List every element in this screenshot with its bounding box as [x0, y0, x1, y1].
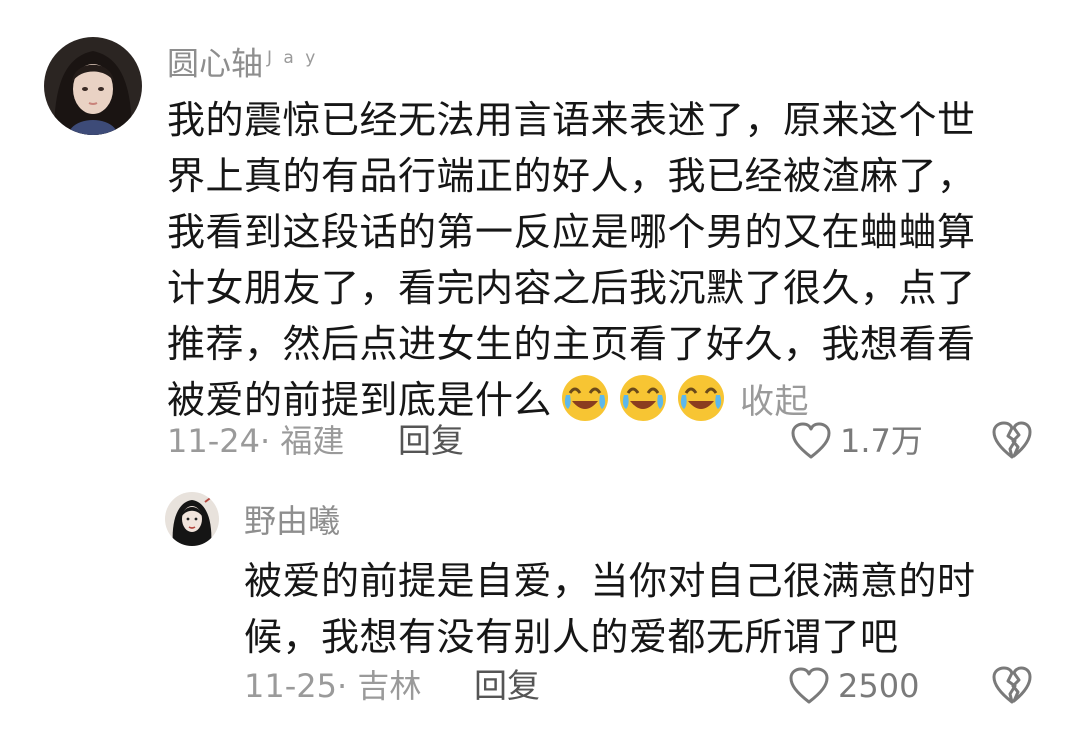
heart-outline-icon — [790, 421, 832, 461]
reply-button[interactable]: 回复 — [398, 421, 464, 461]
comment-meta: 11-24· 福建 — [167, 421, 344, 461]
broken-heart-icon — [990, 419, 1034, 461]
comment-location: 福建 — [280, 422, 345, 460]
reply-date: 11-25 — [244, 667, 337, 705]
username-text: 圆心轴 — [167, 44, 264, 83]
reply-location: 吉林 — [357, 667, 422, 705]
collapse-button[interactable]: 收起 — [740, 382, 809, 422]
comment-username[interactable]: 圆心轴 J a y — [167, 38, 318, 84]
reply-line: 候，我想有没有别人的爱都无所谓了吧 — [244, 615, 899, 659]
reply-user-avatar[interactable] — [165, 492, 219, 546]
comment-line: 我的震惊已经无法用言语来表述了，原来这个世 — [167, 98, 976, 142]
comment-line: 界上真的有品行端正的好人，我已经被渣麻了， — [167, 154, 976, 198]
like-count: 1.7万 — [840, 422, 923, 460]
comment-date: 11-24 — [167, 422, 260, 460]
reply-like-button[interactable]: 2500 — [788, 664, 919, 708]
comment-line: 推荐，然后点进女生的主页看了好久，我想看看 — [167, 322, 976, 366]
reply-dislike-button[interactable] — [990, 664, 1034, 708]
meta-separator: · — [336, 667, 358, 705]
dislike-button[interactable] — [990, 419, 1034, 463]
crying-laugh-emoji-icon — [618, 373, 668, 423]
reply-meta: 11-25· 吉林 — [244, 666, 421, 706]
comment-line: 被爱的前提到底是什么 — [167, 378, 553, 422]
user-avatar[interactable] — [44, 37, 142, 135]
meta-separator: · — [259, 422, 281, 460]
comment-line: 计女朋友了，看完内容之后我沉默了很久，点了 — [167, 266, 976, 310]
crying-laugh-emoji-icon — [560, 373, 610, 423]
username-tag: J a y — [267, 48, 319, 68]
like-button[interactable]: 1.7万 — [790, 419, 923, 463]
reply-like-count: 2500 — [838, 667, 920, 705]
comment-body: 我的震惊已经无法用言语来表述了，原来这个世 界上真的有品行端正的好人，我已经被渣… — [167, 92, 976, 428]
comment-line: 我看到这段话的第一反应是哪个男的又在蛐蛐算 — [167, 210, 976, 254]
reply-avatar-image — [165, 492, 219, 546]
avatar-image — [44, 37, 142, 135]
reply-body: 被爱的前提是自爱，当你对自己很满意的时 候，我想有没有别人的爱都无所谓了吧 — [244, 553, 976, 665]
broken-heart-icon — [990, 664, 1034, 706]
reply-line: 被爱的前提是自爱，当你对自己很满意的时 — [244, 559, 976, 603]
crying-laugh-emoji-icon — [676, 373, 726, 423]
reply-reply-button[interactable]: 回复 — [474, 666, 540, 706]
reply-username[interactable]: 野由曦 — [244, 501, 340, 541]
comment-thread: 圆心轴 J a y 我的震惊已经无法用言语来表述了，原来这个世 界上真的有品行端正… — [0, 0, 1080, 730]
heart-outline-icon — [788, 666, 830, 706]
